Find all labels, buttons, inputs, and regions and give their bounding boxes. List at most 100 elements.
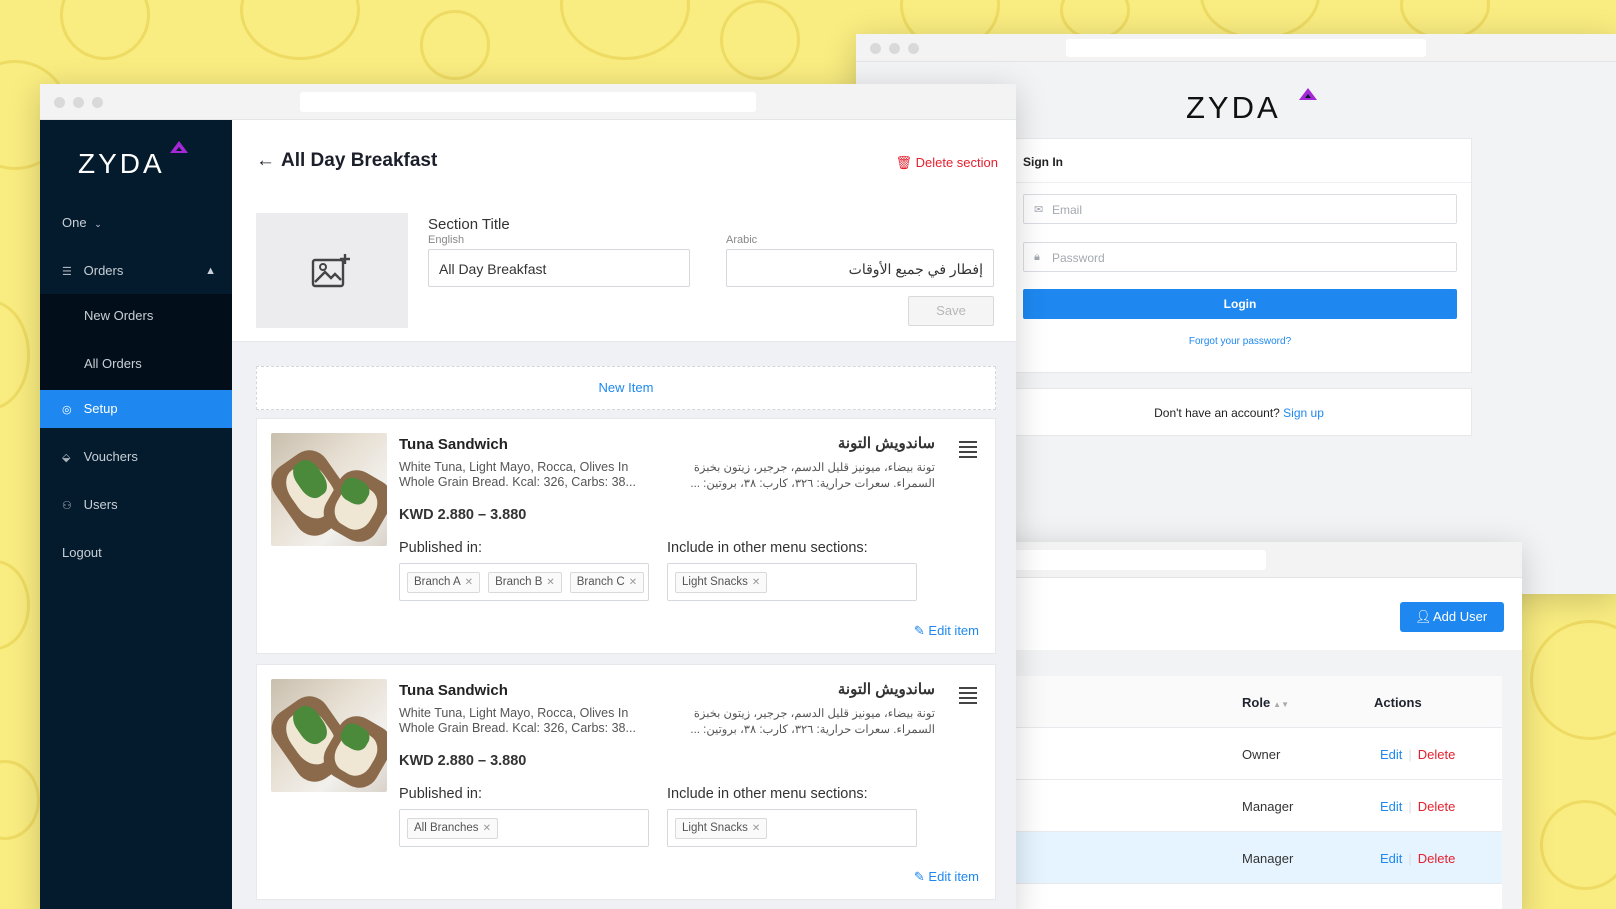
section-title-label: Section Title xyxy=(428,216,510,233)
tag-icon: ⬙ xyxy=(62,452,71,464)
zoom-dot[interactable] xyxy=(92,97,103,108)
remove-tag-icon[interactable]: ✕ xyxy=(752,577,760,588)
sidebar-item-label: Setup xyxy=(83,401,118,416)
delete-section-button[interactable]: 🗑︎ Delete section xyxy=(895,155,998,171)
menu-editor-window: ZYDA One ⌄ ☰ Orders ▲ New Orders All Ord… xyxy=(40,84,1016,909)
branch-tag: All Branches ✕ xyxy=(407,818,498,839)
logo-text: ZYDA xyxy=(78,148,165,179)
section-tag: Light Snacks ✕ xyxy=(675,572,768,593)
item-description-arabic: تونة بيضاء، ميونيز قليل الدسم، جرجير، زي… xyxy=(690,708,935,736)
new-item-button[interactable]: New Item xyxy=(256,366,996,410)
published-branches-select[interactable]: Branch A ✕ Branch B ✕ Branch C ✕ xyxy=(399,563,649,601)
orders-submenu: New Orders All Orders xyxy=(40,294,232,390)
logo-triangle-icon xyxy=(170,141,188,153)
delete-user-link[interactable]: Delete xyxy=(1418,851,1456,866)
remove-tag-icon[interactable]: ✕ xyxy=(546,577,554,588)
branch-tag: Branch B ✕ xyxy=(488,572,562,593)
edit-user-link[interactable]: Edit xyxy=(1380,747,1402,762)
published-branches-select[interactable]: All Branches ✕ xyxy=(399,809,649,847)
menu-sections-select[interactable]: Light Snacks ✕ xyxy=(667,563,917,601)
signup-card: Don't have an account? Sign up xyxy=(1006,388,1472,436)
action-divider: | xyxy=(1408,851,1412,866)
window-titlebar xyxy=(40,84,1016,120)
window-controls[interactable] xyxy=(870,43,919,54)
edit-item-button[interactable]: ✎ Edit item xyxy=(914,869,979,885)
sort-icon[interactable]: ▲▼ xyxy=(1273,700,1289,709)
row-actions: Edit | Delete xyxy=(1380,799,1455,814)
sidebar-item-all-orders[interactable]: All Orders xyxy=(84,356,142,371)
branch-selector[interactable]: One ⌄ xyxy=(40,204,232,242)
back-arrow-icon[interactable]: ← xyxy=(256,150,275,171)
role-header-label: Role xyxy=(1242,695,1271,710)
zyda-logo[interactable]: ZYDA xyxy=(78,141,188,180)
item-description-arabic: تونة بيضاء، ميونيز قليل الدسم، جرجير، زي… xyxy=(690,462,935,490)
password-field[interactable]: 🔒︎ Password xyxy=(1023,242,1457,272)
sidebar-item-logout[interactable]: Logout xyxy=(40,534,232,572)
no-account-text: Don't have an account? xyxy=(1154,406,1280,420)
tag-label: Branch B xyxy=(495,576,543,588)
sidebar-item-vouchers[interactable]: ⬙ Vouchers xyxy=(40,438,232,476)
page-title-text: All Day Breakfast xyxy=(281,150,438,171)
edit-user-link[interactable]: Edit xyxy=(1380,851,1402,866)
delete-user-link[interactable]: Delete xyxy=(1418,747,1456,762)
branch-tag: Branch C ✕ xyxy=(569,572,645,593)
sign-in-card: Sign In ✉ Email 🔒︎ Password Login Forgot… xyxy=(1006,138,1472,373)
sidebar-item-label: Users xyxy=(83,497,118,512)
address-bar[interactable] xyxy=(1066,39,1426,57)
user-icon: 👤︎ xyxy=(1415,609,1432,624)
forgot-password-link[interactable]: Forgot your password? xyxy=(1023,336,1457,347)
save-button[interactable]: Save xyxy=(908,296,994,326)
item-name-arabic: ساندويش التونة xyxy=(837,681,935,698)
close-dot[interactable] xyxy=(870,43,881,54)
user-role: Owner xyxy=(1242,747,1281,762)
tag-label: All Branches xyxy=(414,822,479,834)
action-divider: | xyxy=(1408,747,1412,762)
lock-icon: 🔒︎ xyxy=(1034,251,1040,263)
signup-link[interactable]: Sign up xyxy=(1283,406,1324,420)
title-english-input[interactable]: All Day Breakfast xyxy=(428,249,690,287)
zoom-dot[interactable] xyxy=(908,43,919,54)
english-label: English xyxy=(428,234,465,246)
actions-column-header: Actions xyxy=(1374,695,1422,710)
arabic-label: Arabic xyxy=(726,234,758,246)
title-arabic-input[interactable]: إفطار في جميع الأوقات xyxy=(726,249,994,287)
sidebar-item-orders[interactable]: ☰ Orders ▲ xyxy=(40,252,232,290)
login-button[interactable]: Login xyxy=(1023,289,1457,319)
email-field[interactable]: ✉ Email xyxy=(1023,194,1457,224)
row-actions: Edit | Delete xyxy=(1380,747,1455,762)
chevron-down-icon: ⌄ xyxy=(94,219,102,229)
item-photo xyxy=(271,433,387,546)
sidebar-item-setup[interactable]: ◎ Setup xyxy=(40,390,232,428)
branch-selector-label: One xyxy=(62,215,87,230)
sidebar-item-new-orders[interactable]: New Orders xyxy=(84,308,153,323)
add-user-button[interactable]: 👤︎ Add User xyxy=(1400,602,1504,632)
window-controls[interactable] xyxy=(54,97,103,108)
drag-handle-icon[interactable] xyxy=(959,687,977,707)
sidebar-item-users[interactable]: ⚇ Users xyxy=(40,486,232,524)
role-column-header[interactable]: Role ▲▼ xyxy=(1242,695,1289,710)
address-bar[interactable] xyxy=(300,92,756,112)
edit-item-button[interactable]: ✎ Edit item xyxy=(914,623,979,639)
edit-item-label: Edit item xyxy=(928,869,979,884)
drag-handle-icon[interactable] xyxy=(959,441,977,461)
users-icon: ⚇ xyxy=(62,500,72,512)
sidebar-item-label: Orders xyxy=(83,263,124,278)
pencil-icon: ✎ xyxy=(913,623,925,638)
remove-tag-icon[interactable]: ✕ xyxy=(752,823,760,834)
edit-user-link[interactable]: Edit xyxy=(1380,799,1402,814)
delete-user-link[interactable]: Delete xyxy=(1418,799,1456,814)
main-content: ← All Day Breakfast 🗑︎ Delete section Sec… xyxy=(232,120,1016,909)
row-actions: Edit | Delete xyxy=(1380,851,1455,866)
minimize-dot[interactable] xyxy=(889,43,900,54)
remove-tag-icon[interactable]: ✕ xyxy=(483,823,491,834)
menu-sections-select[interactable]: Light Snacks ✕ xyxy=(667,809,917,847)
chevron-up-icon: ▲ xyxy=(205,265,216,277)
section-image-upload[interactable] xyxy=(256,213,408,328)
remove-tag-icon[interactable]: ✕ xyxy=(465,577,473,588)
password-placeholder: Password xyxy=(1052,251,1105,265)
add-image-icon xyxy=(311,253,350,287)
remove-tag-icon[interactable]: ✕ xyxy=(629,577,637,588)
minimize-dot[interactable] xyxy=(73,97,84,108)
item-name-arabic: ساندويش التونة xyxy=(837,435,935,452)
close-dot[interactable] xyxy=(54,97,65,108)
